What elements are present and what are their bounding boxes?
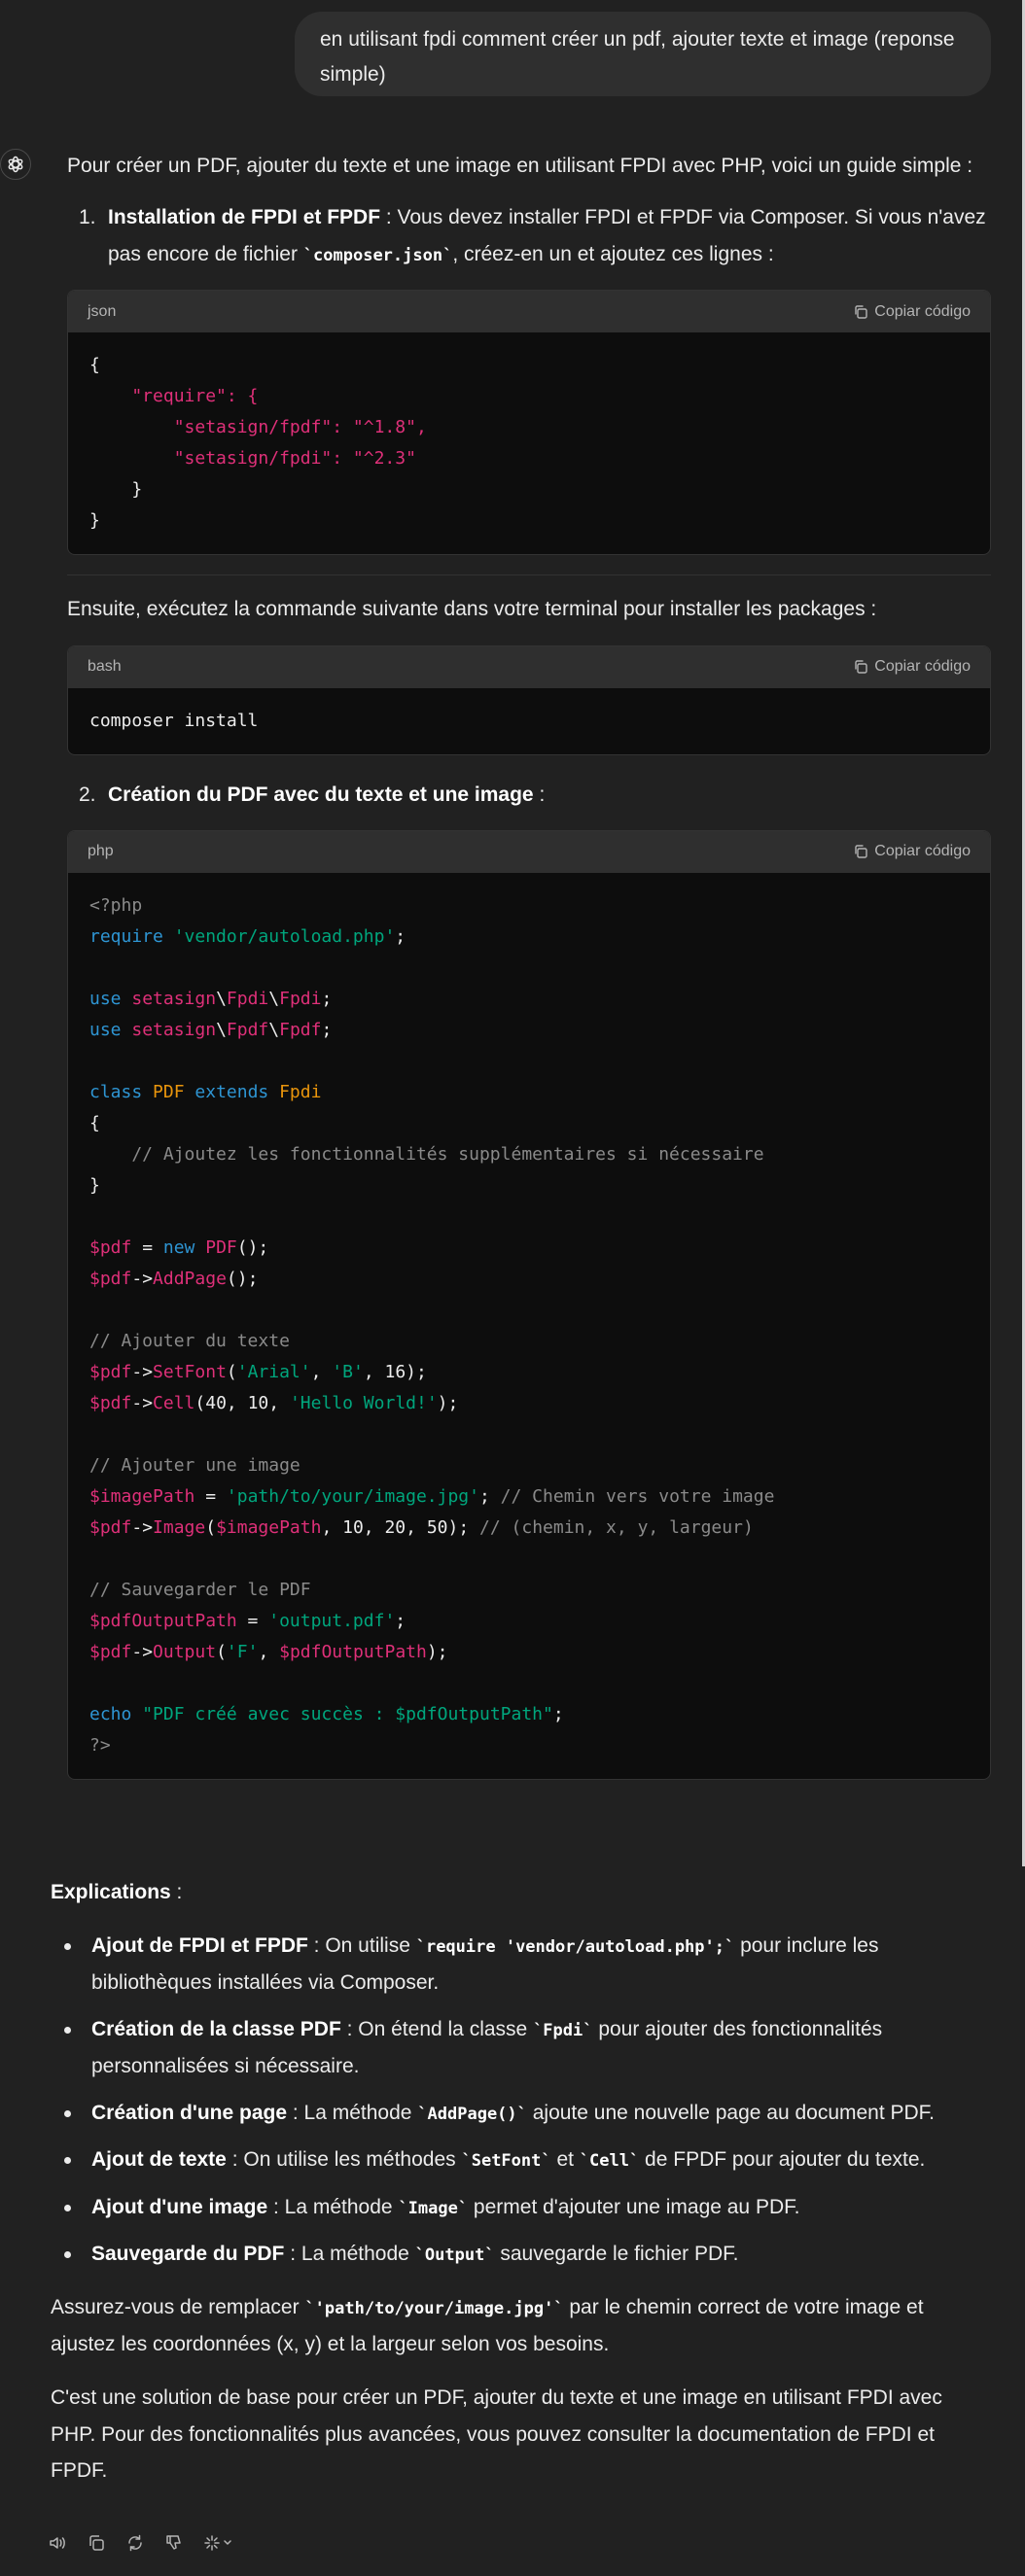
steps-list: 2. Création du PDF avec du texte et une … [67, 777, 991, 813]
list-item: Ajout d'une image : La méthode `Image` p… [51, 2189, 992, 2225]
regenerate-icon [128, 2534, 142, 2552]
copy-code-label: Copiar código [874, 843, 971, 860]
code-body: <?php require 'vendor/autoload.php'; use… [89, 894, 775, 1756]
copy-code-button[interactable]: Copiar código [853, 659, 971, 675]
code-header: bash Copiar código [68, 645, 990, 688]
openai-logo-icon [8, 156, 23, 173]
code-language: json [88, 302, 117, 320]
list-item: Sauvegarde du PDF : La méthode `Output` … [51, 2236, 992, 2272]
assistant-answer: Pour créer un PDF, ajouter du texte et u… [67, 148, 991, 1780]
inline-code: `composer.json` [302, 245, 453, 265]
code-block-bash: bash Copiar código composer install [67, 644, 991, 755]
assistant-avatar [0, 149, 31, 180]
copy-icon [855, 660, 867, 674]
step-number: 2. [79, 783, 96, 806]
copy-icon [855, 304, 867, 319]
explanations-list: Ajout de FPDI et FPDF : On utilise `requ… [51, 1928, 992, 2272]
code-body: composer install [89, 710, 259, 731]
message-actions [47, 2532, 235, 2554]
copy-icon [89, 2535, 104, 2551]
thumbs-down-icon [166, 2535, 181, 2550]
read-aloud-button[interactable] [47, 2532, 68, 2554]
step-title: Installation de FPDI et FPDF [108, 206, 381, 229]
model-switch-icon [204, 2535, 231, 2551]
copy-response-button[interactable] [86, 2532, 107, 2554]
list-item: Création d'une page : La méthode `AddPag… [51, 2095, 992, 2131]
user-message-text: en utilisant fpdi comment créer un pdf, … [320, 28, 955, 86]
step-title: Création du PDF avec du texte et une ima… [108, 783, 534, 806]
copy-code-label: Copiar código [874, 302, 971, 320]
code-header: json Copiar código [68, 291, 990, 333]
code-language: php [88, 843, 114, 860]
step-item-installation: 1. Installation de FPDI et FPDF : Vous d… [67, 199, 991, 272]
user-message-bubble: en utilisant fpdi comment créer un pdf, … [295, 12, 991, 96]
read-aloud-icon [50, 2537, 65, 2549]
step-text: , créez-en un et ajoutez ces lignes : [452, 242, 774, 265]
step-item-creation: 2. Création du PDF avec du texte et une … [67, 777, 991, 813]
copy-code-label: Copiar código [874, 658, 971, 675]
explanations-section: Explications : Ajout de FPDI et FPDF : O… [51, 1874, 992, 2489]
code-header: php Copiar código [68, 830, 990, 873]
answer-intro: Pour créer un PDF, ajouter du texte et u… [67, 155, 973, 177]
step-text: : [533, 783, 546, 806]
list-item: Création de la classe PDF : On étend la … [51, 2011, 992, 2084]
regenerate-button[interactable] [124, 2532, 146, 2554]
explanations-heading: Explications : [51, 1881, 183, 1903]
code-block-json: json Copiar código { "require": { "setas… [67, 290, 991, 556]
steps-list: 1. Installation de FPDI et FPDF : Vous d… [67, 199, 991, 272]
step-number: 1. [79, 206, 96, 229]
install-instruction-text: Ensuite, exécutez la commande suivante d… [67, 598, 877, 621]
replace-path-note: Assurez-vous de remplacer `'path/to/your… [51, 2296, 924, 2355]
code-language: bash [88, 658, 122, 675]
copy-icon [855, 845, 867, 859]
closing-paragraph: C'est une solution de base pour créer un… [51, 2386, 942, 2482]
list-item: Ajout de texte : On utilise les méthodes… [51, 2141, 992, 2177]
thumbs-down-button[interactable] [163, 2532, 185, 2554]
divider [67, 574, 991, 576]
list-item: Ajout de FPDI et FPDF : On utilise `requ… [51, 1928, 992, 2001]
copy-code-button[interactable]: Copiar código [853, 302, 971, 320]
code-body: { "require": { "setasign/fpdf": "^1.8", … [89, 355, 427, 532]
copy-code-button[interactable]: Copiar código [853, 844, 971, 859]
code-block-php: php Copiar código <?php require 'vendor/… [67, 829, 991, 1780]
model-switch-button[interactable] [202, 2532, 235, 2554]
